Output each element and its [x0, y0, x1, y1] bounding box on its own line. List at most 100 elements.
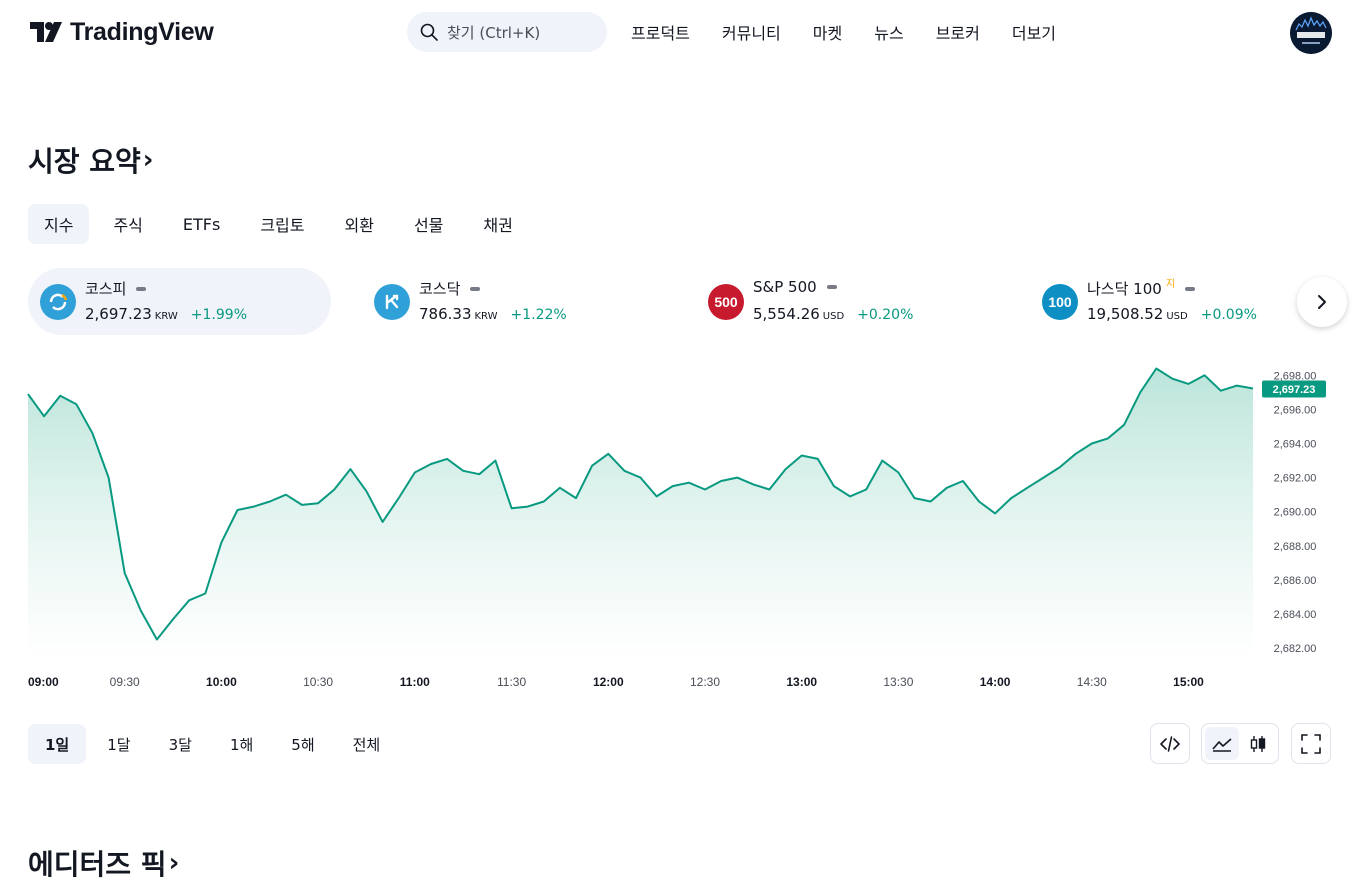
- ticker-name-text: 코스닥: [419, 280, 461, 298]
- search-icon: [420, 23, 438, 41]
- embed-button[interactable]: [1150, 723, 1190, 764]
- ticker-values: 19,508.52 USD +0.09%: [1087, 305, 1257, 323]
- user-avatar[interactable]: [1290, 12, 1332, 54]
- index-chart[interactable]: 09:00 09:30 10:00 10:30 11:00 11:30 12:00 12:30…: [0, 360, 1360, 700]
- chevron-right-icon: ›: [142, 145, 154, 175]
- market-closed-dash-icon: [1185, 286, 1196, 291]
- ticker-strip: 코스피 2,697.23 KRW +1.99% 코스닥 786.33 KRW +…: [28, 268, 1328, 335]
- x-axis-tick-label: 10:00: [206, 675, 237, 689]
- tab-indices[interactable]: 지수: [28, 204, 90, 244]
- ticker-name: 코스닥: [419, 278, 481, 299]
- ticker-change: +1.99%: [190, 307, 248, 323]
- market-closed-dash-icon: [826, 285, 837, 289]
- y-axis-tick-label: 2,692.00: [1274, 473, 1317, 485]
- x-axis-tick-label: 11:00: [400, 675, 430, 689]
- nav-item-community[interactable]: 커뮤니티: [706, 20, 797, 44]
- main-nav: 프로덕트 커뮤니티 마켓 뉴스 브로커 더보기: [615, 0, 1072, 64]
- ticker-nasdaq100[interactable]: 100 나스닥 100 지 19,508.52 USD +0.09%: [1030, 268, 1333, 335]
- ticker-name-text: S&P 500: [753, 278, 817, 296]
- ticker-name-text: 나스닥 100: [1087, 280, 1162, 298]
- nasdaq100-logo-icon: 100: [1042, 284, 1078, 320]
- fullscreen-button[interactable]: [1291, 723, 1331, 764]
- ticker-currency: USD: [1166, 311, 1188, 322]
- ticker-kosdaq[interactable]: 코스닥 786.33 KRW +1.22%: [362, 268, 665, 335]
- ticker-change: +0.09%: [1200, 307, 1257, 323]
- y-axis-tick-label: 2,688.00: [1274, 541, 1317, 553]
- y-axis-tick-label: 2,684.00: [1274, 609, 1317, 621]
- nav-item-brokers[interactable]: 브로커: [920, 20, 996, 44]
- market-closed-dash-icon: [136, 286, 147, 291]
- tab-crypto[interactable]: 크립토: [244, 204, 320, 244]
- ticker-next-button[interactable]: [1297, 277, 1347, 327]
- ticker-values: 786.33 KRW +1.22%: [419, 305, 567, 323]
- kospi-logo-icon: [40, 284, 76, 320]
- chart-area-fill: [28, 368, 1253, 660]
- ticker-change: +0.20%: [857, 307, 914, 323]
- tab-forex[interactable]: 외환: [329, 204, 390, 244]
- site-header: TradingView 찾기 (Ctrl+K) 프로덕트 커뮤니티 마켓 뉴스 …: [0, 0, 1360, 64]
- editors-pick-title[interactable]: 에디터즈 픽 ›: [28, 843, 179, 883]
- fullscreen-icon: [1301, 733, 1321, 754]
- tab-etfs[interactable]: ETFs: [167, 204, 236, 244]
- x-axis-tick-label: 09:00: [28, 675, 59, 689]
- ticker-currency: KRW: [154, 311, 178, 322]
- range-1d[interactable]: 1일: [28, 724, 87, 764]
- range-selector: 1일 1달 3달 1해 5해 전체: [28, 724, 397, 764]
- ticker-price: 2,697.23: [85, 305, 152, 323]
- ticker-currency: USD: [822, 311, 845, 322]
- ticker-values: 5,554.26 USD +0.20%: [753, 305, 913, 323]
- delayed-data-marker: 지: [1165, 279, 1176, 290]
- tradingview-logo[interactable]: TradingView: [28, 16, 214, 48]
- candlestick-chart-button[interactable]: [1241, 727, 1275, 760]
- sp500-logo-icon: 500: [708, 284, 744, 320]
- x-axis-tick-label: 10:30: [303, 675, 333, 689]
- ticker-name-text: 코스피: [85, 280, 127, 298]
- nav-item-news[interactable]: 뉴스: [858, 20, 919, 44]
- x-axis-tick-label: 13:00: [786, 675, 817, 689]
- ticker-sp500[interactable]: 500 S&P 500 5,554.26 USD +0.20%: [696, 268, 999, 335]
- area-chart-button[interactable]: [1205, 727, 1239, 760]
- range-3m[interactable]: 3달: [152, 724, 209, 764]
- tab-futures[interactable]: 선물: [398, 204, 459, 244]
- range-1m[interactable]: 1달: [90, 724, 147, 764]
- nav-item-more[interactable]: 더보기: [996, 20, 1072, 44]
- ticker-price: 786.33: [419, 305, 472, 323]
- ticker-values: 2,697.23 KRW +1.99%: [85, 305, 247, 323]
- nav-item-products[interactable]: 프로덕트: [615, 20, 706, 44]
- y-axis-tick-label: 2,690.00: [1274, 507, 1317, 519]
- ticker-kospi[interactable]: 코스피 2,697.23 KRW +1.99%: [28, 268, 331, 335]
- candlestick-icon: [1250, 735, 1266, 752]
- x-axis-tick-label: 12:30: [690, 675, 720, 689]
- area-chart-icon: [1212, 737, 1232, 752]
- x-axis-tick-label: 09:30: [110, 675, 140, 689]
- x-axis-tick-label: 14:30: [1077, 675, 1107, 689]
- editors-pick-title-text: 에디터즈 픽: [28, 848, 167, 881]
- ticker-change: +1.22%: [510, 307, 567, 323]
- kosdaq-logo-icon: [374, 284, 410, 320]
- chevron-right-icon: ›: [168, 848, 180, 878]
- y-axis-tick-label: 2,682.00: [1274, 643, 1317, 655]
- avatar-image-icon: [1290, 12, 1332, 54]
- tab-bonds[interactable]: 채권: [467, 204, 528, 244]
- range-5y[interactable]: 5해: [274, 724, 331, 764]
- x-axis-tick-label: 11:30: [497, 675, 526, 689]
- tab-stocks[interactable]: 주식: [97, 204, 158, 244]
- range-all[interactable]: 전체: [336, 724, 398, 764]
- tradingview-logo-icon: [30, 22, 62, 42]
- ticker-name: S&P 500: [753, 278, 837, 296]
- market-summary-title[interactable]: 시장 요약 ›: [28, 140, 154, 180]
- ticker-name: 코스피: [85, 278, 147, 299]
- x-axis-tick-label: 14:00: [980, 675, 1011, 689]
- market-summary-title-text: 시장 요약: [28, 145, 141, 178]
- x-axis-tick-label: 15:00: [1173, 675, 1204, 689]
- y-axis-tick-label: 2,696.00: [1274, 404, 1317, 416]
- ticker-currency: KRW: [474, 311, 498, 322]
- logo-text: TradingView: [70, 17, 214, 46]
- code-icon: [1160, 735, 1180, 752]
- search-bar[interactable]: 찾기 (Ctrl+K): [407, 12, 607, 52]
- nav-item-markets[interactable]: 마켓: [797, 20, 858, 44]
- search-placeholder: 찾기 (Ctrl+K): [447, 23, 541, 42]
- ticker-price: 5,554.26: [753, 305, 820, 323]
- x-axis-tick-label: 13:30: [883, 675, 913, 689]
- range-1y[interactable]: 1해: [213, 724, 270, 764]
